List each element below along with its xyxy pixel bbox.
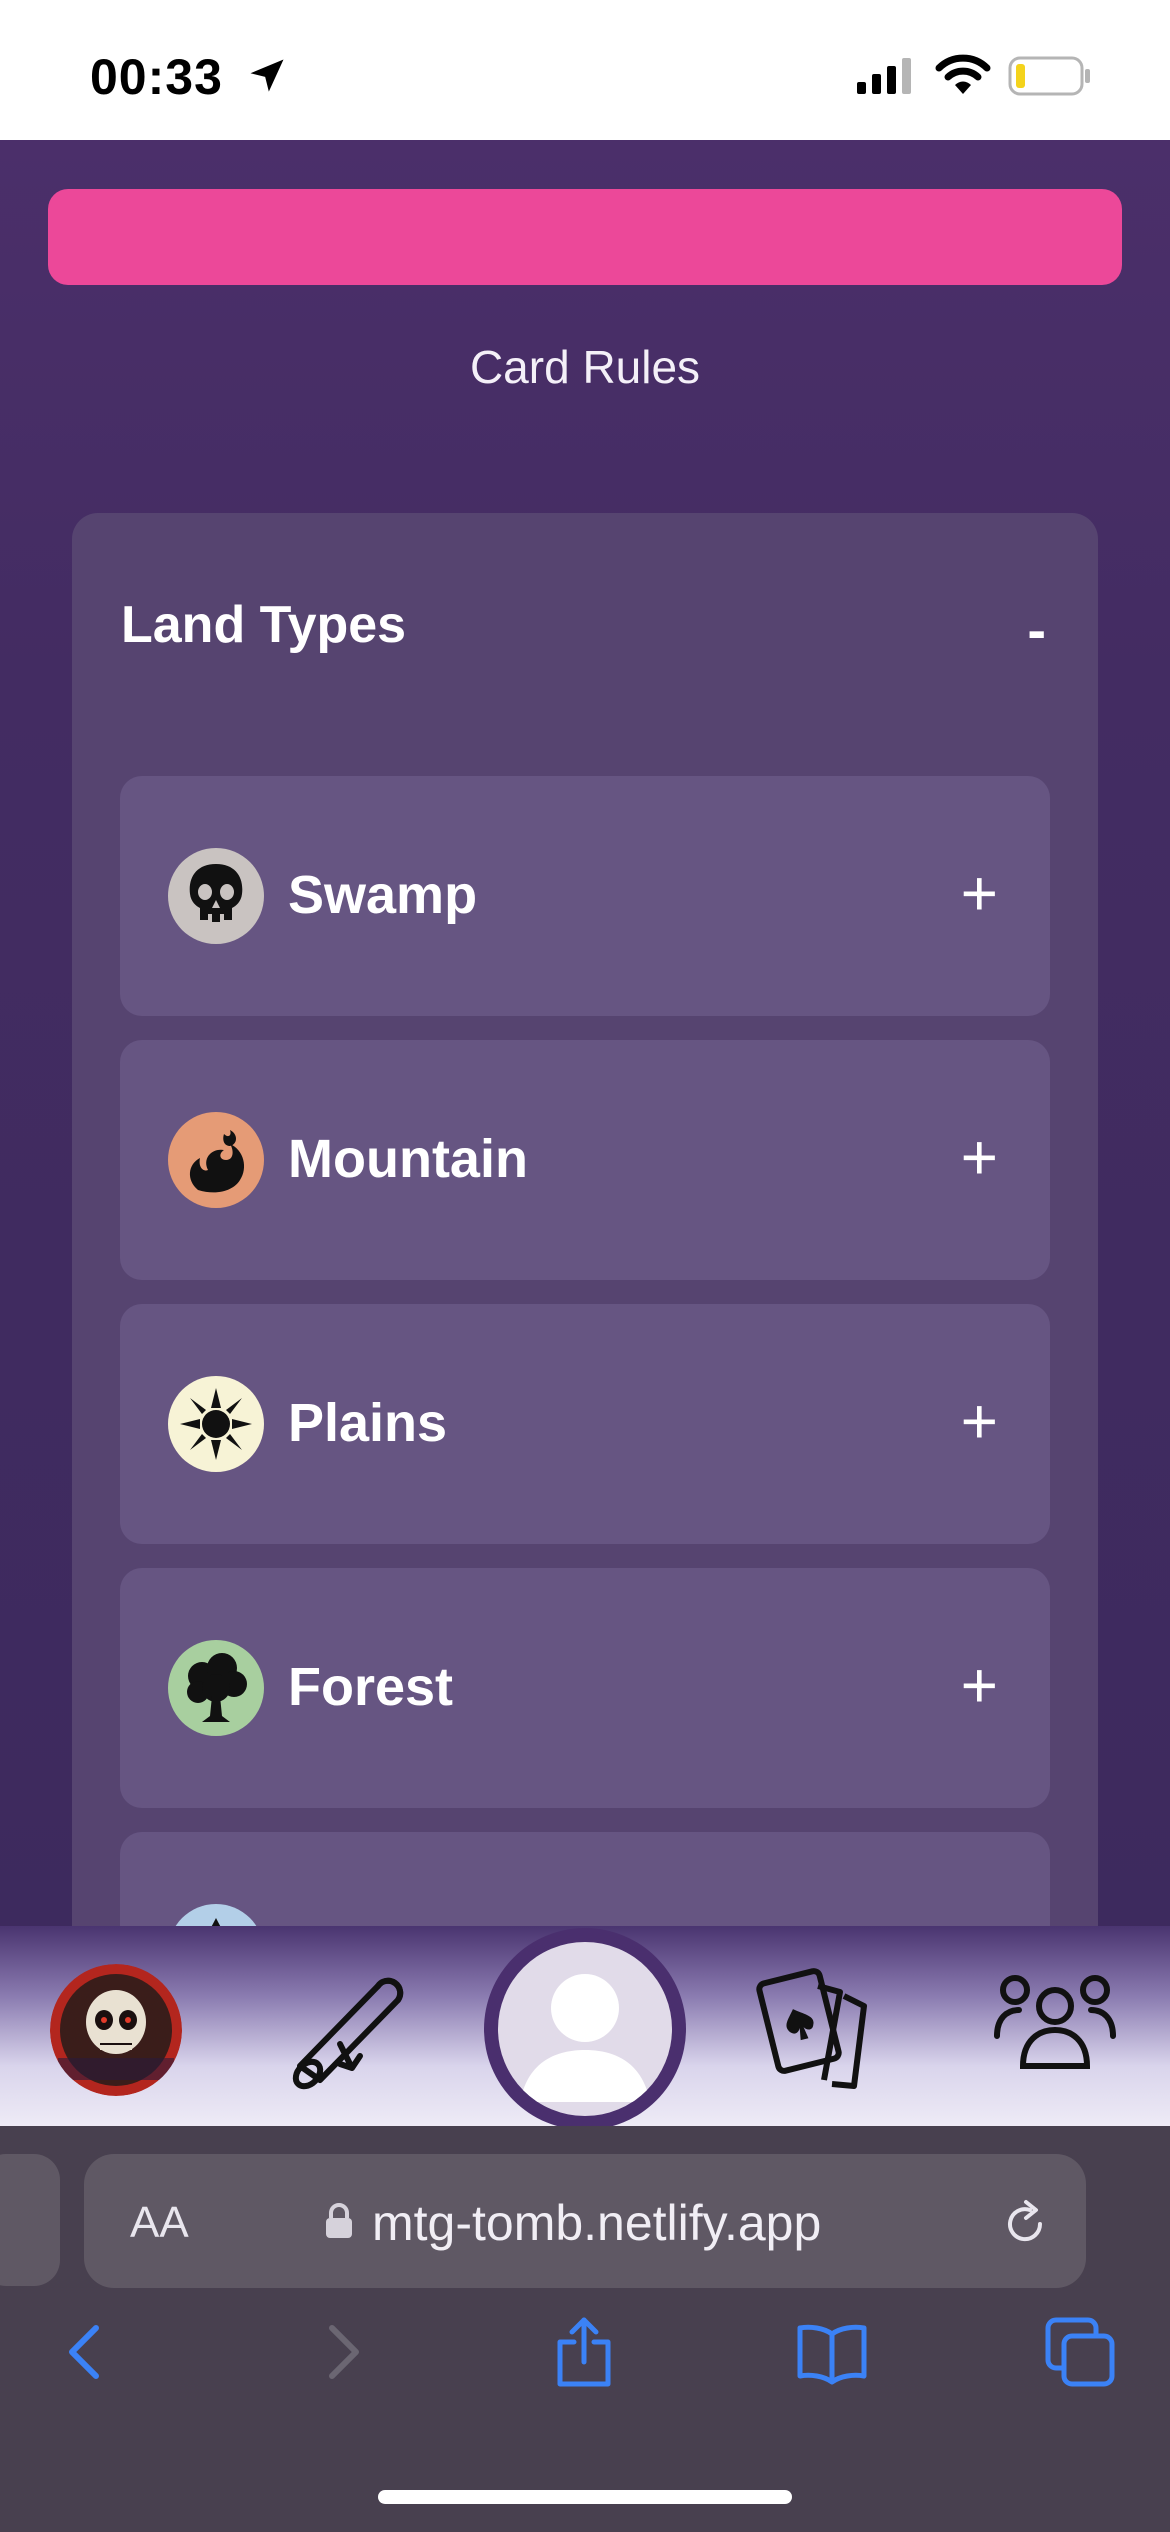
address-bar[interactable]: AA mtg-tomb.netlify.app (84, 2154, 1086, 2288)
accent-banner (48, 189, 1122, 285)
reload-icon[interactable] (1000, 2198, 1050, 2248)
url-text: mtg-tomb.netlify.app (372, 2195, 822, 2251)
aa-label: AA (130, 2198, 189, 2247)
app-bottom-nav (0, 1926, 1170, 2130)
rules-scroll-icon[interactable] (280, 1956, 420, 2096)
land-types-panel: Land Types - Swamp + Mountain + Plains +… (72, 513, 1098, 1926)
browser-chrome: AA mtg-tomb.netlify.app (0, 2126, 1170, 2532)
status-bar: 00:33 (0, 0, 1170, 140)
expand-toggle-swamp[interactable]: + (961, 856, 998, 930)
expand-toggle-forest[interactable]: + (961, 1648, 998, 1722)
water-drop-icon (168, 1904, 264, 1926)
tree-icon (168, 1640, 264, 1736)
reader-settings-button[interactable]: AA (130, 2198, 189, 2248)
forward-chevron-icon[interactable] (304, 2316, 376, 2388)
community-group-icon[interactable] (985, 1956, 1125, 2096)
land-item-plains[interactable]: Plains + (120, 1304, 1050, 1544)
status-time: 00:33 (90, 49, 223, 105)
cards-deck-icon[interactable] (748, 1956, 888, 2096)
cellular-signal-icon (857, 58, 911, 94)
collapse-toggle-button[interactable]: - (1027, 597, 1046, 662)
mtg-tomb-logo[interactable] (50, 1964, 182, 2096)
bookmarks-book-icon[interactable] (796, 2316, 868, 2388)
wifi-icon (935, 54, 991, 94)
lock-icon (326, 2203, 352, 2238)
fire-icon (168, 1112, 264, 1208)
land-label-mountain: Mountain (288, 1129, 528, 1189)
sun-icon (168, 1376, 264, 1472)
location-arrow-icon (250, 59, 284, 92)
land-item-swamp[interactable]: Swamp + (120, 776, 1050, 1016)
expand-toggle-mountain[interactable]: + (961, 1120, 998, 1194)
avatar-icon (498, 1942, 672, 2116)
share-icon[interactable] (548, 2316, 620, 2388)
home-indicator (378, 2490, 792, 2504)
previous-tab-edge[interactable] (0, 2154, 60, 2286)
battery-icon (1008, 56, 1090, 96)
land-label-swamp: Swamp (288, 865, 478, 925)
back-chevron-icon[interactable] (52, 2316, 124, 2388)
expand-toggle-plains[interactable]: + (961, 1384, 998, 1458)
land-item-partial[interactable] (120, 1832, 1050, 1926)
profile-avatar-button[interactable] (484, 1928, 686, 2130)
land-item-mountain[interactable]: Mountain + (120, 1040, 1050, 1280)
tabs-overview-icon[interactable] (1044, 2316, 1116, 2388)
page-title: Card Rules (469, 341, 701, 393)
land-label-forest: Forest (288, 1657, 454, 1717)
page-content: Card Rules Land Types - Swamp + Mountain… (0, 140, 1170, 1926)
land-label-plains: Plains (288, 1393, 448, 1453)
skull-icon (168, 848, 264, 944)
land-item-forest[interactable]: Forest + (120, 1568, 1050, 1808)
section-title: Land Types (121, 596, 407, 654)
